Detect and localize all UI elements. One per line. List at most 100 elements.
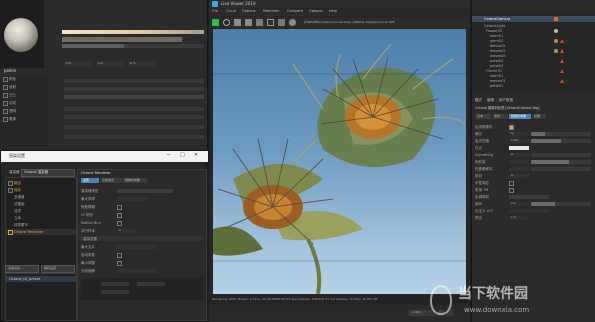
channel-row[interactable]: 颜色 [0, 76, 48, 82]
warning-tag-icon[interactable] [560, 39, 564, 43]
renderer-label: 渲染器 [9, 170, 20, 174]
refresh-icon[interactable] [223, 19, 230, 26]
menu-compare[interactable]: Compare [287, 9, 303, 14]
menu-options[interactable]: Options [242, 9, 256, 14]
material-preview-sphere[interactable] [4, 18, 38, 52]
render-viewport[interactable] [213, 29, 466, 294]
close-icon[interactable]: ✕ [194, 153, 198, 158]
brightness-slider-fill [62, 44, 124, 48]
attr-row[interactable]: 启用摄像机 [475, 124, 593, 130]
attr-row[interactable]: 曝光 1. [475, 131, 593, 137]
material-tag-icon[interactable] [554, 39, 558, 43]
region-icon[interactable] [267, 19, 274, 26]
list-item-selected[interactable]: Octane Renderer [6, 229, 76, 235]
sub-field[interactable] [137, 282, 165, 286]
tab-passes[interactable]: 渲染通道 [100, 178, 122, 183]
attr-subtab-coord[interactable]: 坐标 [492, 114, 508, 119]
render-start-icon[interactable] [212, 19, 219, 26]
sub-field[interactable] [101, 290, 129, 294]
attr-row[interactable]: 剪切 0. [475, 173, 593, 179]
preset-item[interactable]: Octane_LV_preset [6, 276, 76, 282]
menu-help[interactable]: Help [329, 9, 337, 14]
channel-row[interactable]: 漫射 [0, 84, 48, 90]
material-tag-icon[interactable] [554, 49, 558, 53]
attr-row[interactable]: 色调映射 [475, 194, 593, 200]
setting-row[interactable]: 并行样本 1 [81, 228, 203, 234]
attr-tab-userdata[interactable]: 用户数据 [499, 98, 513, 103]
camera-tag-icon[interactable] [554, 17, 558, 21]
channel-row[interactable]: 置换 [0, 116, 48, 122]
list-item[interactable]: 立体 [6, 215, 76, 221]
render-settings-button[interactable]: 渲染设置... [5, 265, 39, 273]
list-item[interactable]: 选项 [6, 208, 76, 214]
attr-subtab-imager[interactable]: 摄像机成像 [509, 114, 531, 119]
setting-row[interactable]: 焦散模糊 [81, 204, 203, 210]
attr-row[interactable]: 自定义 LUT [475, 208, 593, 214]
setting-row[interactable]: 光线偏移 [81, 268, 203, 274]
channel-row[interactable]: 凹凸 [0, 92, 48, 98]
save-settings-button[interactable]: 保存设置 [41, 265, 75, 273]
list-item[interactable]: 抗锯齿 [6, 201, 76, 207]
object-row-camera[interactable]: OctaneCamera [472, 16, 595, 22]
channel-row[interactable]: 法线 [0, 100, 48, 106]
attr-tab-edit[interactable]: 编辑 [487, 98, 494, 103]
param-slider[interactable] [64, 135, 204, 139]
attr-row[interactable]: 预设 1.2 [475, 215, 593, 221]
tab-camera-imager[interactable]: 摄像机成像 [123, 178, 147, 183]
watermark-url: www.downxia.com [464, 306, 530, 314]
warning-tag-icon[interactable] [560, 49, 564, 53]
setting-row[interactable]: 最大瓦片 [81, 244, 203, 250]
stop-icon[interactable] [245, 19, 252, 26]
sub-field[interactable] [101, 282, 129, 286]
lock-icon[interactable] [256, 19, 263, 26]
list-item[interactable]: 多通道 [6, 194, 76, 200]
attr-subtab-basic[interactable]: 基本 [475, 114, 491, 119]
channel-row[interactable]: 透明 [0, 108, 48, 114]
warning-tag-icon[interactable] [560, 69, 564, 73]
menu-materials[interactable]: Materials [263, 9, 279, 14]
attr-row[interactable]: Vignetting 0. [475, 152, 593, 158]
color-gradient-strip[interactable] [62, 30, 204, 34]
setting-row[interactable]: GI 修剪 [81, 212, 203, 218]
material-tag-icon[interactable] [554, 29, 558, 33]
attr-tab-mode[interactable]: 模式 [475, 98, 482, 103]
panel-title: Octane Renderer [81, 171, 111, 175]
attr-row[interactable]: 饱和度 [475, 159, 593, 165]
renderer-select[interactable]: Octane 渲染器 [21, 169, 75, 177]
param-slider[interactable] [64, 115, 204, 119]
menu-cloud[interactable]: Cloud [226, 9, 236, 14]
pause-icon[interactable] [234, 19, 241, 26]
menu-options-2[interactable]: Options [309, 9, 323, 14]
attr-row[interactable]: 高光压缩 1.00 [475, 138, 593, 144]
attr-row[interactable]: 白点 [475, 145, 593, 151]
setting-row[interactable]: 自动参数 [81, 252, 203, 258]
param-slider[interactable] [64, 107, 204, 111]
param-slider[interactable] [64, 125, 204, 129]
maximize-icon[interactable]: □ [180, 153, 185, 158]
list-item[interactable]: 材质覆写 [6, 222, 76, 228]
clay-icon[interactable] [289, 19, 296, 26]
attr-row[interactable]: 热像素移除 [475, 166, 593, 172]
setting-row[interactable]: 渲染器类型 [81, 188, 203, 194]
attr-row[interactable]: 禁用 TM [475, 187, 593, 193]
setting-row[interactable]: Motion Blur [81, 220, 203, 226]
viewer-info: [FINISHED] Channel to backup(-) 800ms, b… [304, 20, 395, 24]
tab-settings[interactable]: 设置 [81, 178, 99, 183]
param-slider[interactable] [64, 87, 204, 91]
octane-settings-panel: Octane Renderer 设置 渲染通道 摄像机成像 渲染器类型 最大采样… [77, 169, 207, 321]
menu-file[interactable]: File [212, 9, 218, 14]
minimize-icon[interactable]: ─ [167, 153, 170, 158]
list-item[interactable]: 输出 [6, 180, 76, 186]
param-slider[interactable] [64, 79, 204, 83]
setting-row[interactable]: 最小调整 [81, 260, 203, 266]
attr-row[interactable]: 伽玛 2.2 [475, 201, 593, 207]
focus-icon[interactable] [278, 19, 285, 26]
param-slider[interactable] [64, 95, 204, 99]
color-field[interactable] [62, 37, 182, 42]
attr-row[interactable]: 中性响应 [475, 180, 593, 186]
warning-tag-icon[interactable] [560, 79, 564, 83]
list-item[interactable]: 保存 [6, 187, 76, 193]
setting-row[interactable]: 最大采样 [81, 196, 203, 202]
warning-tag-icon[interactable] [560, 59, 564, 63]
attr-subtab-post[interactable]: 后期 [532, 114, 546, 119]
